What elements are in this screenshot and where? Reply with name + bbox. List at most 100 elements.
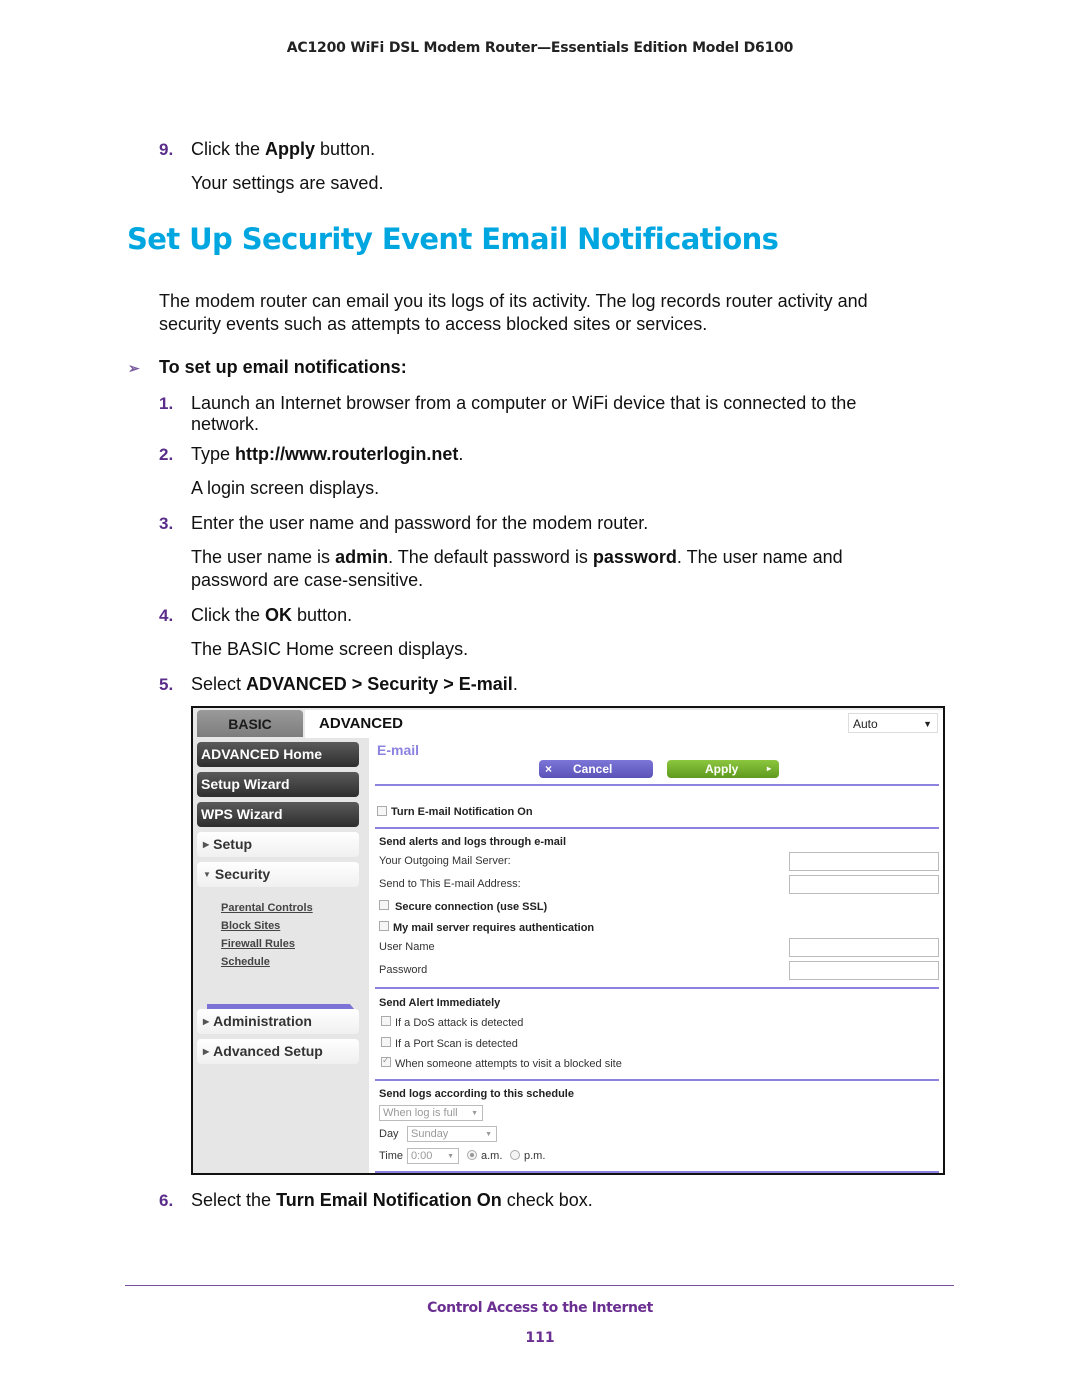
step-3: 3. Enter the user name and password for … — [159, 512, 648, 535]
sidebar-link-block-sites[interactable]: Block Sites — [221, 920, 280, 932]
day-select[interactable]: Sunday ▼ — [407, 1126, 497, 1142]
auth-checkbox[interactable] — [379, 921, 389, 931]
dos-alert-checkbox[interactable] — [381, 1016, 391, 1026]
step-text: Type — [191, 444, 236, 464]
caret-right-icon: ▶ — [203, 1017, 210, 1026]
step-1: 1. Launch an Internet browser from a com… — [159, 392, 939, 415]
cancel-button[interactable]: × Cancel — [539, 760, 653, 778]
menu-sep: > — [346, 674, 368, 694]
username-input[interactable] — [789, 938, 939, 957]
sidebar-item-administration[interactable]: ▶ Administration — [197, 1009, 359, 1034]
sidebar-item-label: Advanced Setup — [213, 1043, 323, 1059]
step-bold: Turn Email Notification On — [276, 1190, 502, 1210]
step-number: 3. — [159, 514, 174, 533]
sidebar-item-advanced-home[interactable]: ADVANCED Home — [197, 742, 359, 767]
close-icon: × — [545, 762, 553, 776]
step-2: 2. Type http://www.routerlogin.net. — [159, 443, 463, 466]
password-input[interactable] — [789, 961, 939, 980]
footer-divider — [125, 1285, 954, 1286]
note-text-cont: password are case-sensitive. — [191, 570, 424, 590]
chevron-down-icon: ▼ — [447, 1153, 454, 1160]
page-title: E-mail — [377, 742, 420, 758]
turn-email-notification-checkbox[interactable] — [377, 806, 387, 816]
sidebar-item-setup[interactable]: ▶ Setup — [197, 832, 359, 857]
sidebar-link-schedule[interactable]: Schedule — [221, 956, 270, 968]
menu-path: E-mail — [458, 674, 513, 694]
ssl-label: Secure connection (use SSL) — [395, 901, 548, 913]
menu-path: Security — [367, 674, 439, 694]
chevron-down-icon: ▼ — [485, 1131, 492, 1138]
sidebar-item-wps-wizard[interactable]: WPS Wizard — [197, 802, 359, 827]
tab-advanced[interactable]: ADVANCED — [305, 710, 417, 738]
outgoing-server-input[interactable] — [789, 852, 939, 871]
page-number: 111 — [525, 1330, 555, 1346]
step-result: Your settings are saved. — [191, 173, 384, 193]
pm-label: p.m. — [524, 1150, 546, 1162]
am-label: a.m. — [481, 1150, 503, 1162]
sidebar-item-security[interactable]: ▼ Security — [197, 862, 359, 887]
schedule-heading: Send logs according to this schedule — [379, 1088, 574, 1100]
sidebar-item-label: Setup — [213, 836, 253, 852]
sidebar-item-setup-wizard[interactable]: Setup Wizard — [197, 772, 359, 797]
sidebar-item-advanced-setup[interactable]: ▶ Advanced Setup — [197, 1039, 359, 1064]
ssl-checkbox[interactable] — [379, 900, 389, 910]
router-email-screenshot: BASIC ADVANCED Auto ▼ ADVANCED Home Setu… — [191, 706, 945, 1175]
step-text: Enter the user name and password for the… — [191, 513, 649, 533]
running-header: AC1200 WiFi DSL Modem Router—Essentials … — [286, 40, 794, 56]
menu-path: ADVANCED — [246, 674, 347, 694]
day-select-value: Sunday — [411, 1128, 449, 1140]
apply-button[interactable]: Apply ▸ — [667, 760, 779, 778]
outgoing-server-label: Your Outgoing Mail Server: — [379, 855, 511, 867]
caret-right-icon: ▶ — [203, 840, 210, 849]
blocked-site-alert-label: When someone attempts to visit a blocked… — [395, 1058, 622, 1070]
language-select[interactable]: Auto ▼ — [848, 713, 938, 733]
send-to-email-input[interactable] — [789, 875, 939, 894]
step-bold: Apply — [265, 139, 316, 159]
note-bold: admin — [335, 547, 389, 567]
step-bold: OK — [265, 605, 293, 625]
portscan-alert-label: If a Port Scan is detected — [395, 1038, 518, 1050]
divider — [375, 1171, 939, 1173]
step-note: The user name is admin. The default pass… — [191, 546, 843, 568]
language-select-value: Auto — [853, 717, 878, 731]
step-4: 4. Click the OK button. — [159, 604, 352, 627]
pm-radio[interactable] — [510, 1150, 520, 1160]
time-select-value: 0:00 — [411, 1150, 433, 1162]
caret-down-icon: ▼ — [203, 870, 211, 879]
portscan-alert-checkbox[interactable] — [381, 1037, 391, 1047]
sidebar-item-label: Security — [214, 866, 271, 882]
send-to-label: Send to This E-mail Address: — [379, 878, 521, 890]
divider — [375, 1079, 939, 1081]
tab-basic[interactable]: BASIC — [197, 710, 303, 737]
step-text: check box. — [501, 1190, 593, 1210]
step-text: button. — [292, 605, 353, 625]
step-text: Select the — [191, 1190, 277, 1210]
step-number: 5. — [159, 675, 174, 694]
alert-heading: Send Alert Immediately — [379, 997, 501, 1009]
sidebar-link-parental-controls[interactable]: Parental Controls — [221, 902, 313, 914]
caret-right-icon: ▶ — [203, 1047, 210, 1056]
schedule-select[interactable]: When log is full ▼ — [379, 1105, 483, 1121]
schedule-select-value: When log is full — [383, 1107, 458, 1119]
username-label: User Name — [379, 941, 435, 953]
step-result: A login screen displays. — [191, 478, 380, 498]
password-label: Password — [379, 964, 428, 976]
turn-email-notification-label: Turn E-mail Notification On — [391, 806, 533, 818]
dos-alert-label: If a DoS attack is detected — [395, 1017, 524, 1029]
step-text: . — [458, 444, 464, 464]
intro-line-1: The modem router can email you its logs … — [159, 291, 868, 311]
step-text: Launch an Internet browser from a comput… — [191, 393, 857, 413]
procedure-heading: ➢ To set up email notifications: — [128, 357, 407, 378]
sidebar-link-firewall-rules[interactable]: Firewall Rules — [221, 938, 295, 950]
intro-line-2: security events such as attempts to acce… — [159, 314, 708, 334]
time-label: Time — [379, 1150, 404, 1162]
send-alerts-heading: Send alerts and logs through e-mail — [379, 836, 567, 848]
step-6: 6. Select the Turn Email Notification On… — [159, 1189, 593, 1212]
divider — [375, 987, 939, 989]
blocked-site-alert-checkbox[interactable] — [381, 1055, 391, 1067]
router-url: http://www.routerlogin.net — [235, 444, 459, 464]
am-radio[interactable] — [467, 1150, 477, 1160]
apply-label: Apply — [705, 762, 739, 776]
time-select[interactable]: 0:00 ▼ — [407, 1148, 459, 1164]
menu-sep: > — [438, 674, 459, 694]
